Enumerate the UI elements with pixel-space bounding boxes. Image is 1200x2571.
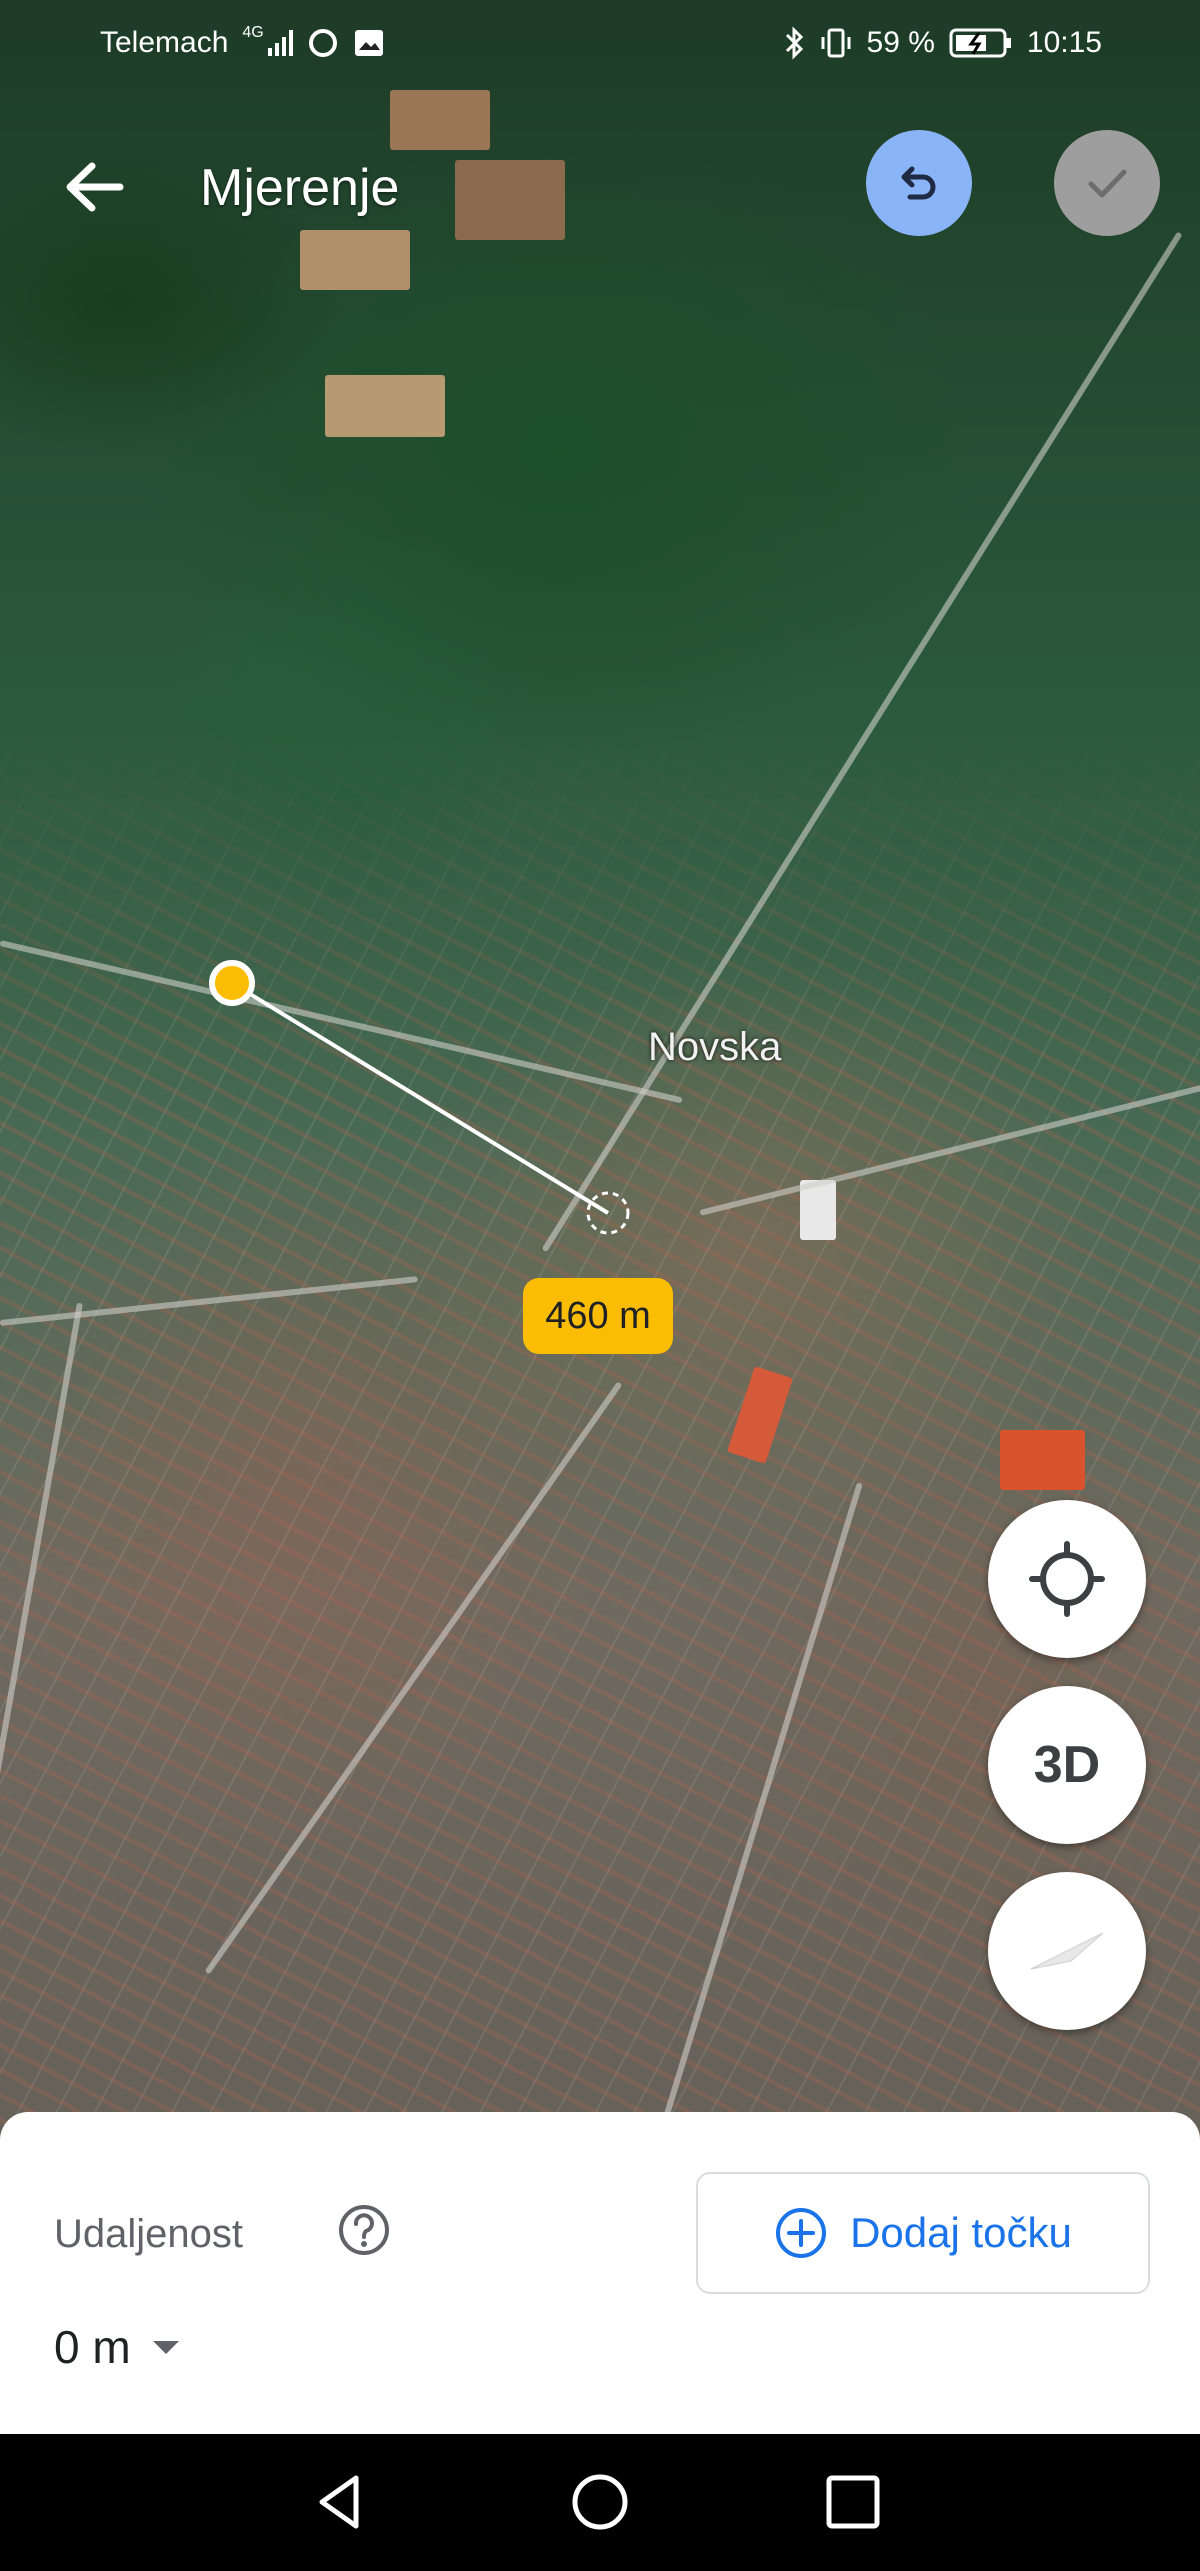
back-button[interactable] [50, 142, 140, 232]
nav-home-icon[interactable] [562, 2464, 638, 2540]
signal-icon [267, 30, 293, 56]
check-icon [1088, 169, 1127, 198]
place-label: Novska [648, 1025, 782, 1069]
compass-icon [1030, 1932, 1104, 1970]
bottom-sheet: Udaljenost Dodaj točku 0 m [0, 2112, 1200, 2434]
distance-value: 0 m [54, 2321, 131, 2373]
undo-button[interactable] [866, 130, 972, 236]
distance-badge: 460 m [523, 1278, 673, 1354]
confirm-button[interactable] [1054, 130, 1160, 236]
gallery-icon [354, 30, 383, 56]
map-road [0, 1302, 83, 2052]
distance-title: Udaljenost [54, 2212, 244, 2256]
nav-back-icon[interactable] [302, 2464, 378, 2540]
status-bar: Telemach 4G 59 % 10:15 [0, 0, 1200, 90]
bluetooth-icon [785, 26, 803, 60]
caret-down-icon [152, 2340, 179, 2354]
plus-circle-icon [776, 2208, 827, 2258]
system-nav-bar [0, 2434, 1200, 2571]
measure-start-point [209, 960, 255, 1006]
carrier-name: Telemach [100, 26, 229, 59]
sync-icon [308, 29, 337, 57]
crosshair-icon [1029, 1541, 1105, 1617]
clock: 10:15 [1026, 26, 1102, 59]
nav-recents-icon[interactable] [815, 2464, 891, 2540]
compass-button[interactable] [988, 1872, 1146, 2030]
undo-icon [901, 166, 936, 200]
app-bar: Mjerenje [0, 100, 1200, 265]
add-point-label: Dodaj točku [850, 2209, 1072, 2256]
page-title: Mjerenje [200, 159, 400, 217]
network-type: 4G [242, 24, 264, 41]
add-point-button[interactable]: Dodaj točku [696, 2172, 1150, 2294]
map-road [652, 1482, 863, 2154]
map-field [1000, 1430, 1085, 1490]
3d-toggle-button[interactable]: 3D [988, 1686, 1146, 1844]
battery-icon [949, 28, 1011, 58]
my-location-button[interactable] [988, 1500, 1146, 1658]
distance-value-dropdown[interactable]: 0 m [54, 2320, 179, 2374]
arrow-left-icon [66, 162, 124, 212]
map-road [204, 1381, 623, 1975]
vibrate-icon [821, 28, 851, 58]
question-icon[interactable] [336, 2202, 392, 2258]
battery-percent: 59 % [866, 26, 935, 59]
